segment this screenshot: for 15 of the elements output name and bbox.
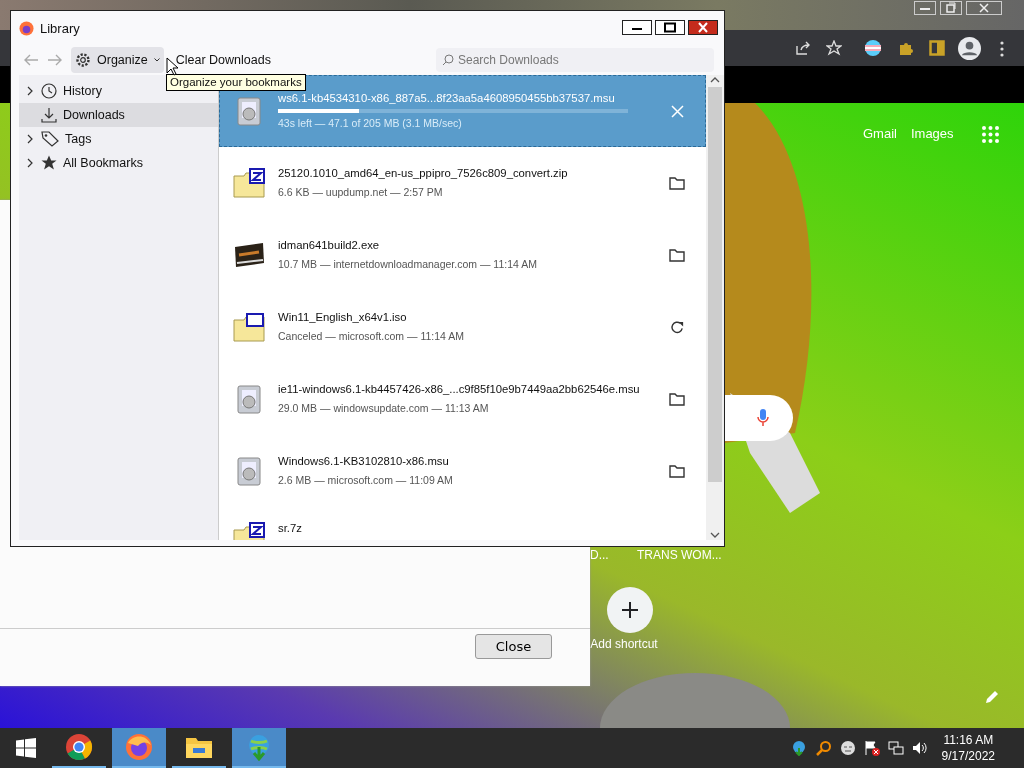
download-status: 29.0 MB — windowsupdate.com — 11:13 AM [278,402,490,415]
file-name: idman641build2.exe [278,239,381,252]
file-name: ws6.1-kb4534310-x86_887a5...8f23aa5a4608950455bb37537.msu [278,92,616,105]
file-name: Windows6.1-KB3102810-x86.msu [278,455,450,468]
download-status: 43s left — 47.1 of 205 MB (3.1 MB/sec) [278,117,463,130]
download-status: 10.7 MB — internetdownloadmanager.com — 11:14 AM [278,258,538,271]
file-name: sr.7z [278,522,303,535]
file-name: 25120.1010_amd64_en-us_ppipro_7526c809_convert.zip [278,167,569,180]
file-name: ie11-windows6.1-kb4457426-x86_...c9f85f10e9b7449aa2bb62546e.msu [278,383,641,396]
download-status: 2.6 MB — microsoft.com — 11:09 AM [278,474,454,487]
window-title: Library [40,20,80,36]
download-status: 6.6 KB — uupdump.net — 2:57 PM [278,186,444,199]
file-name: Win11_English_x64v1.iso [278,311,408,324]
download-status: Canceled — microsoft.com — 11:14 AM [278,330,465,343]
bookmarks-tooltip: Organize your bookmarks [166,74,306,91]
